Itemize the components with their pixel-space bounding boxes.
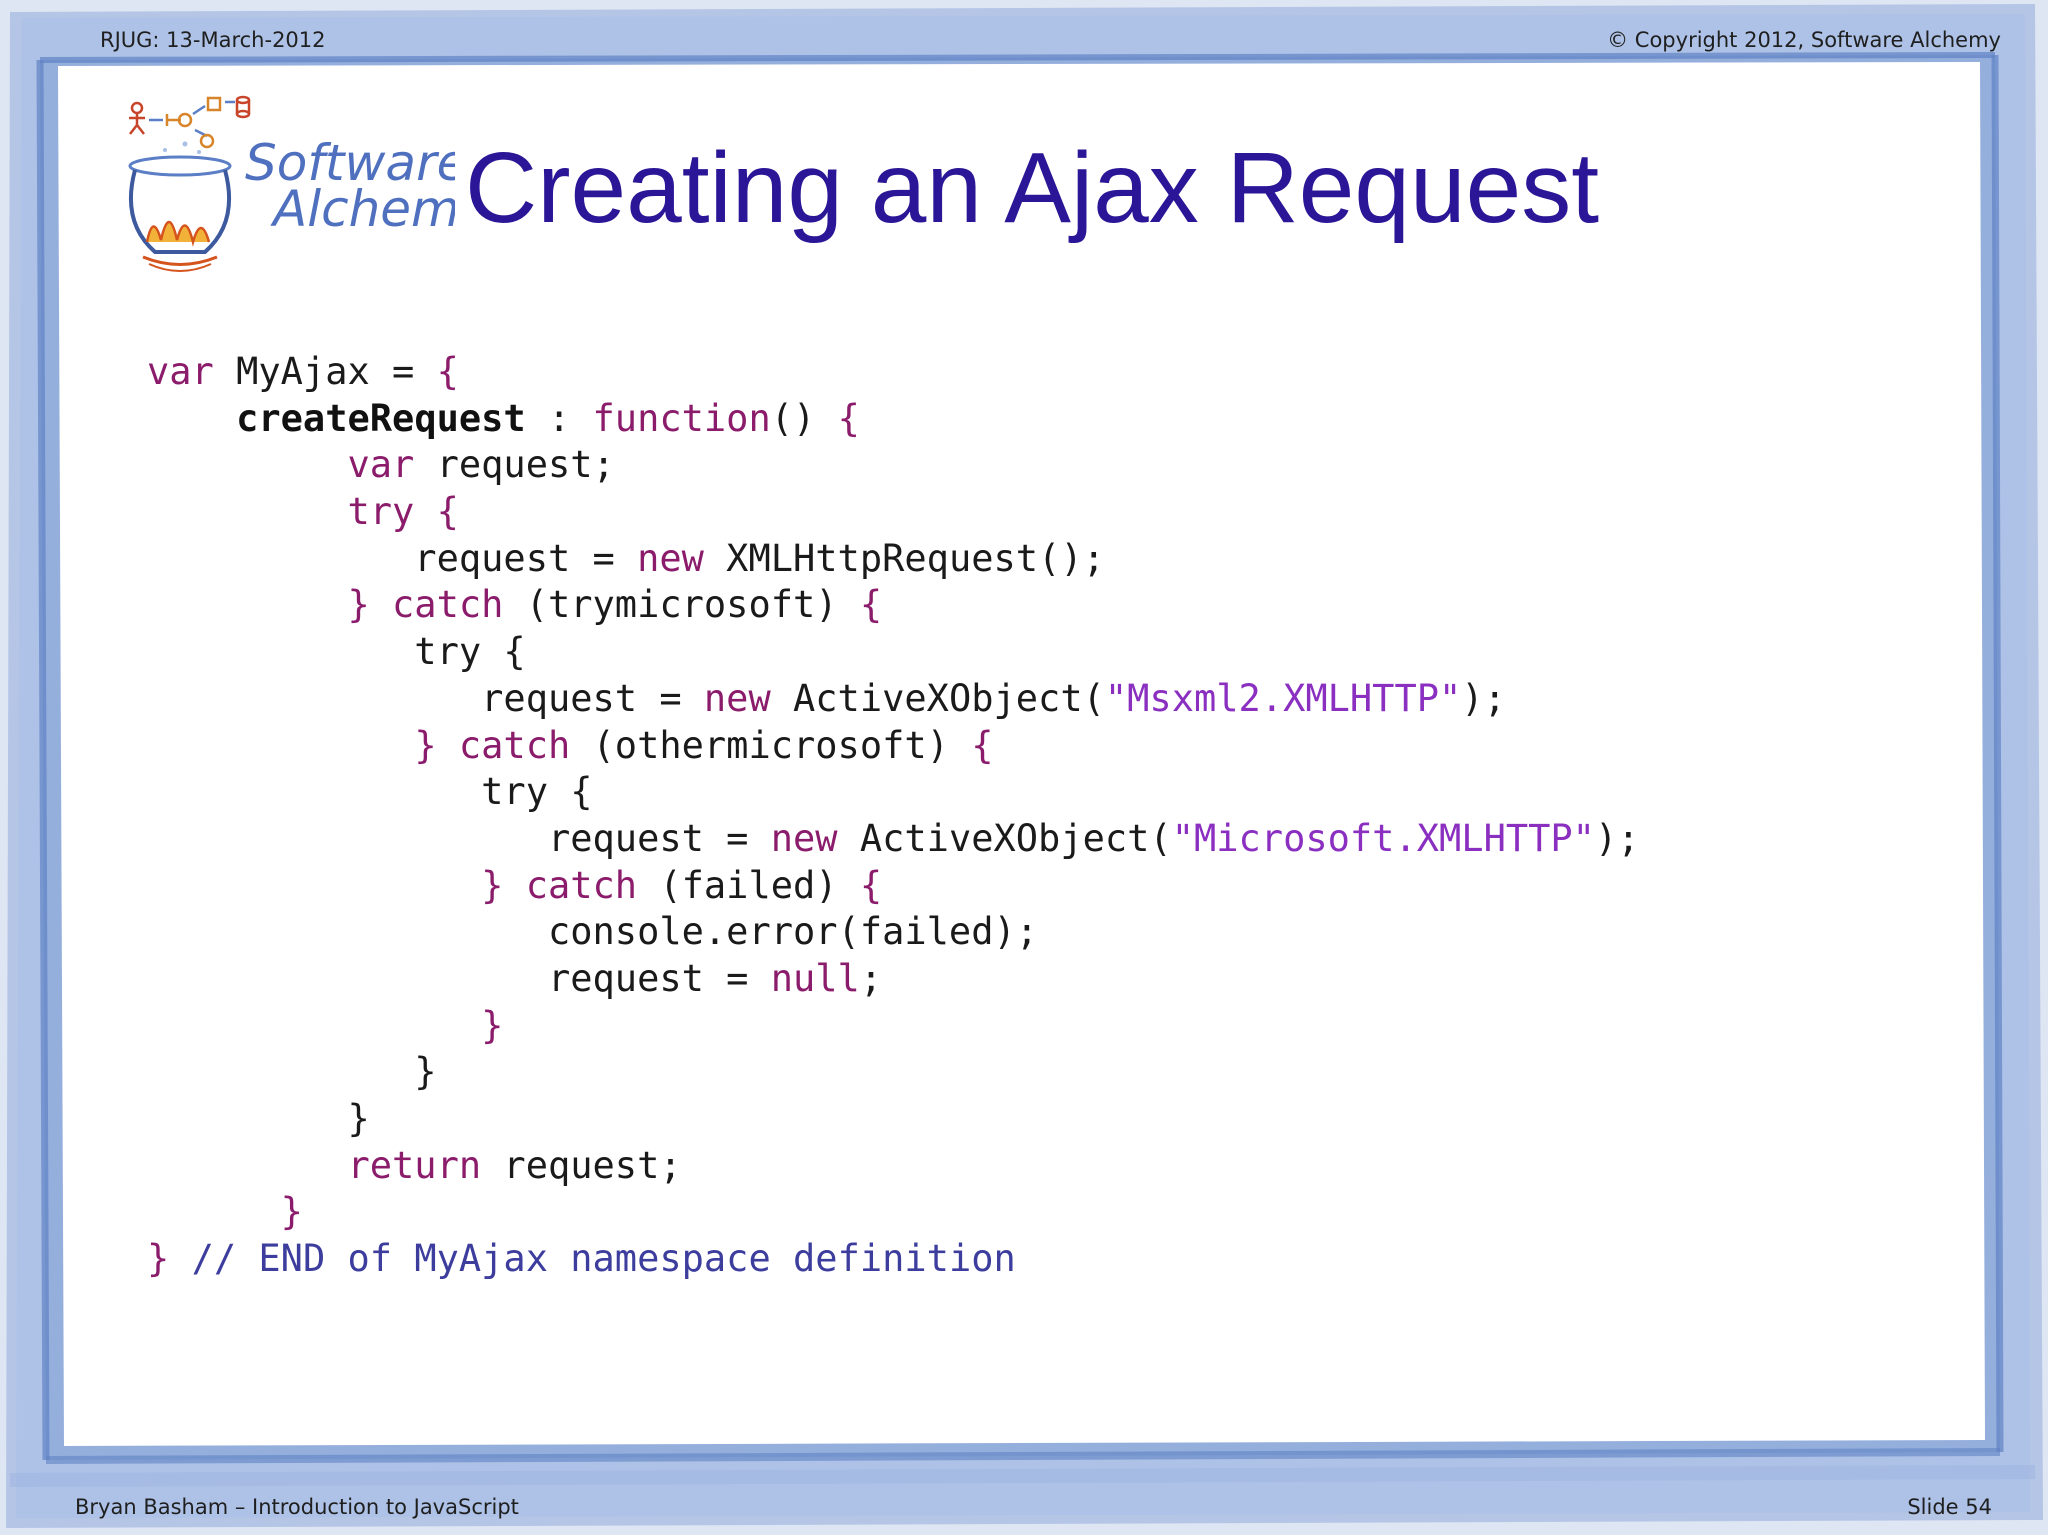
code-line: var MyAjax = {	[147, 349, 1640, 396]
code-block: var MyAjax = { createRequest : function(…	[147, 349, 1640, 1283]
code-line: try {	[147, 489, 1640, 536]
code-token: try {	[147, 630, 526, 674]
slide-number: Slide 54	[1907, 1495, 1992, 1519]
code-token: {	[971, 723, 994, 767]
code-token: ActiveXObject(	[837, 816, 1172, 860]
code-token: }	[280, 1190, 303, 1234]
code-token: }	[147, 1050, 437, 1094]
code-line: }	[147, 1189, 1640, 1236]
code-token: request =	[147, 956, 771, 1000]
code-token: var	[147, 350, 214, 393]
code-token: (trymicrosoft)	[503, 583, 860, 627]
code-token: );	[1461, 676, 1506, 720]
code-line: } catch (othermicrosoft) {	[147, 723, 1640, 770]
code-token: {	[859, 863, 883, 907]
code-token: new	[637, 536, 704, 580]
code-line: }	[147, 1003, 1640, 1050]
code-token: var	[347, 443, 415, 487]
code-line: request = new ActiveXObject("Msxml2.XMLH…	[147, 676, 1640, 723]
code-line: request = new XMLHttpRequest();	[147, 536, 1640, 583]
logo-text-alchemy: Alchemy	[270, 180, 455, 238]
code-line: } catch (failed) {	[147, 863, 1640, 910]
code-token: ;	[859, 956, 883, 1000]
code-token: function	[592, 396, 771, 440]
code-token: "Microsoft.XMLHTTP"	[1171, 816, 1595, 860]
code-token: } catch	[414, 723, 571, 767]
code-token: "Msxml2.XMLHTTP"	[1104, 676, 1462, 720]
code-line: } // END of MyAjax namespace definition	[147, 1236, 1640, 1283]
code-token: return	[347, 1143, 482, 1187]
slide: RJUG: 13-March-2012 © Copyright 2012, So…	[0, 0, 2048, 1535]
code-token: MyAjax =	[213, 350, 437, 393]
code-line: return request;	[147, 1143, 1640, 1190]
code-token: } catch	[481, 863, 638, 907]
code-line: try {	[147, 629, 1640, 676]
code-token: }	[147, 1097, 370, 1140]
code-token: } catch	[347, 583, 504, 627]
code-token: request =	[147, 676, 704, 720]
code-token: {	[837, 396, 860, 440]
code-line: var request;	[147, 442, 1640, 489]
code-token: try {	[347, 490, 459, 534]
code-line: console.error(failed);	[147, 909, 1640, 956]
code-token: ActiveXObject(	[770, 676, 1105, 720]
code-token: request =	[147, 816, 771, 860]
header-copyright: © Copyright 2012, Software Alchemy	[1607, 28, 2001, 52]
code-token: request;	[414, 443, 615, 487]
code-token: createRequest	[236, 396, 526, 440]
code-token: // END of MyAjax namespace definition	[191, 1237, 1016, 1281]
code-token: ()	[770, 396, 838, 440]
code-token: {	[436, 350, 459, 393]
code-token: }	[481, 1003, 504, 1047]
code-line: try {	[147, 769, 1640, 816]
code-token: console.error(failed);	[147, 910, 1039, 954]
slide-title: Creating an Ajax Request	[465, 132, 1600, 244]
process-diagram-icon	[129, 95, 251, 149]
code-line: request = null;	[147, 956, 1640, 1003]
code-token: new	[770, 816, 838, 860]
code-token: null	[770, 956, 860, 1000]
header-date: RJUG: 13-March-2012	[100, 28, 326, 52]
code-token: try {	[147, 770, 593, 814]
code-token: }	[147, 1237, 192, 1281]
code-line: request = new ActiveXObject("Microsoft.X…	[147, 816, 1640, 863]
code-token: (failed)	[637, 863, 860, 907]
code-token: request =	[147, 536, 638, 580]
code-token: :	[525, 396, 593, 440]
code-token: request;	[481, 1143, 682, 1187]
software-alchemy-logo: Software Alchemy	[128, 95, 455, 272]
code-line: createRequest : function() {	[147, 396, 1640, 443]
code-token: {	[859, 583, 883, 627]
code-line: } catch (trymicrosoft) {	[147, 582, 1640, 629]
cauldron-icon	[128, 141, 232, 272]
code-token: (othermicrosoft)	[570, 723, 972, 767]
code-token: XMLHttpRequest();	[703, 536, 1105, 580]
code-line: }	[147, 1049, 1640, 1096]
code-token: );	[1594, 816, 1640, 860]
code-line: }	[147, 1096, 1640, 1143]
footer-author: Bryan Basham – Introduction to JavaScrip…	[75, 1495, 519, 1519]
code-token: new	[703, 676, 771, 720]
